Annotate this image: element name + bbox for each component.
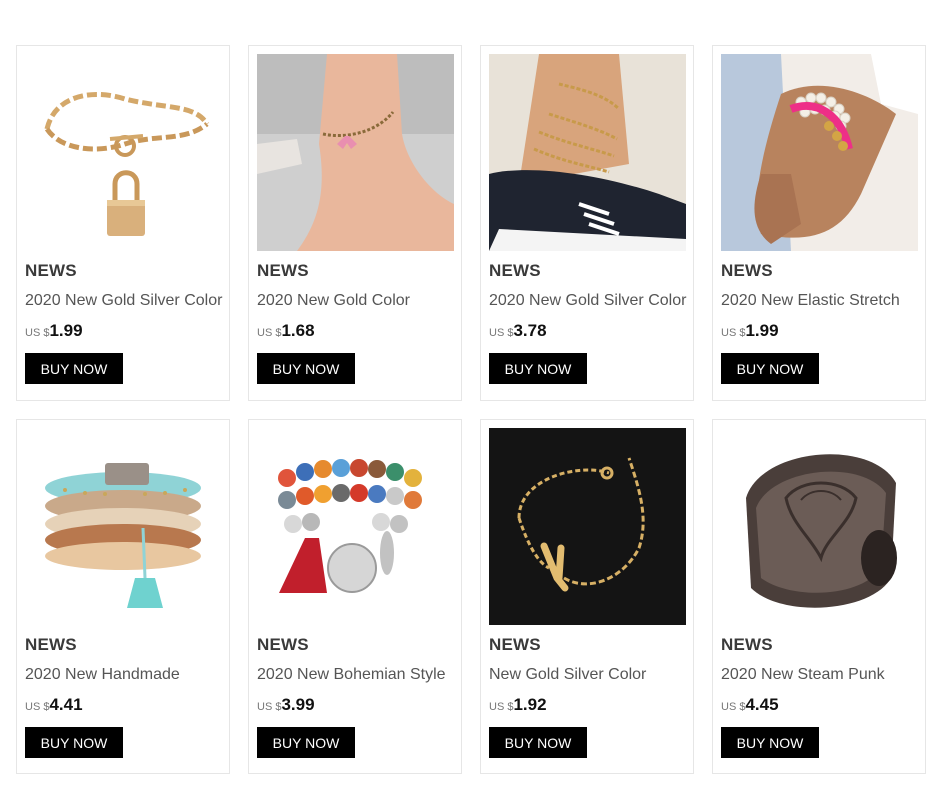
- price-currency: US $: [257, 327, 282, 339]
- price-currency: US $: [489, 327, 514, 339]
- product-price: US $3.78: [489, 321, 547, 341]
- buy-now-button[interactable]: BUY NOW: [25, 353, 123, 384]
- product-title[interactable]: 2020 New Bohemian Style: [257, 666, 457, 684]
- product-image-padlock-bracelet[interactable]: [25, 54, 222, 251]
- product-title[interactable]: 2020 New Handmade: [25, 666, 225, 684]
- product-price: US $3.99: [257, 695, 315, 715]
- product-card[interactable]: NEWS 2020 New Gold Silver Color US $1.99…: [16, 45, 230, 401]
- product-image-bohemian-bracelet[interactable]: [257, 428, 454, 625]
- price-amount: 1.68: [281, 321, 315, 340]
- price-currency: US $: [257, 701, 282, 713]
- price-amount: 1.99: [745, 321, 779, 340]
- product-price: US $1.92: [489, 695, 547, 715]
- product-price: US $1.68: [257, 321, 315, 341]
- product-card[interactable]: NEWS 2020 New Steam Punk US $4.45 BUY NO…: [712, 419, 926, 774]
- buy-now-button[interactable]: BUY NOW: [721, 353, 819, 384]
- product-card[interactable]: NEWS New Gold Silver Color US $1.92 BUY …: [480, 419, 694, 774]
- product-tag: NEWS: [489, 261, 541, 280]
- product-card[interactable]: NEWS 2020 New Gold Silver Color US $3.78…: [480, 45, 694, 401]
- product-price: US $1.99: [25, 321, 83, 341]
- product-price: US $4.45: [721, 695, 779, 715]
- buy-now-button[interactable]: BUY NOW: [489, 727, 587, 758]
- price-amount: 3.78: [513, 321, 547, 340]
- product-title[interactable]: 2020 New Elastic Stretch: [721, 292, 921, 310]
- product-title[interactable]: New Gold Silver Color: [489, 666, 689, 684]
- product-image-butterfly-anklet[interactable]: [257, 54, 454, 251]
- price-currency: US $: [25, 327, 50, 339]
- price-amount: 1.92: [513, 695, 547, 714]
- buy-now-button[interactable]: BUY NOW: [25, 727, 123, 758]
- product-title[interactable]: 2020 New Gold Silver Color: [489, 292, 689, 310]
- product-card[interactable]: NEWS 2020 New Gold Color US $1.68 BUY NO…: [248, 45, 462, 401]
- price-amount: 1.99: [49, 321, 83, 340]
- product-image-pearl-bracelet[interactable]: [721, 54, 918, 251]
- price-currency: US $: [25, 701, 50, 713]
- buy-now-button[interactable]: BUY NOW: [721, 727, 819, 758]
- product-tag: NEWS: [257, 635, 309, 654]
- product-image-letter-bracelet[interactable]: [489, 428, 686, 625]
- product-title[interactable]: 2020 New Gold Silver Color: [25, 292, 225, 310]
- product-tag: NEWS: [25, 635, 77, 654]
- product-title[interactable]: 2020 New Gold Color: [257, 292, 457, 310]
- product-image-turquoise-bracelet[interactable]: [25, 428, 222, 625]
- price-amount: 4.45: [745, 695, 779, 714]
- price-currency: US $: [721, 701, 746, 713]
- price-amount: 4.41: [49, 695, 83, 714]
- product-image-leather-cuff[interactable]: [721, 428, 918, 625]
- buy-now-button[interactable]: BUY NOW: [257, 727, 355, 758]
- buy-now-button[interactable]: BUY NOW: [489, 353, 587, 384]
- product-tag: NEWS: [489, 635, 541, 654]
- product-title[interactable]: 2020 New Steam Punk: [721, 666, 921, 684]
- product-card[interactable]: NEWS 2020 New Bohemian Style US $3.99 BU…: [248, 419, 462, 774]
- price-currency: US $: [489, 701, 514, 713]
- product-tag: NEWS: [721, 635, 773, 654]
- price-amount: 3.99: [281, 695, 315, 714]
- product-price: US $1.99: [721, 321, 779, 341]
- product-card[interactable]: NEWS 2020 New Handmade US $4.41 BUY NOW: [16, 419, 230, 774]
- price-currency: US $: [721, 327, 746, 339]
- buy-now-button[interactable]: BUY NOW: [257, 353, 355, 384]
- product-tag: NEWS: [257, 261, 309, 280]
- product-grid: NEWS 2020 New Gold Silver Color US $1.99…: [16, 45, 926, 774]
- product-image-layered-anklets[interactable]: [489, 54, 686, 251]
- product-card[interactable]: NEWS 2020 New Elastic Stretch US $1.99 B…: [712, 45, 926, 401]
- product-tag: NEWS: [721, 261, 773, 280]
- product-price: US $4.41: [25, 695, 83, 715]
- product-tag: NEWS: [25, 261, 77, 280]
